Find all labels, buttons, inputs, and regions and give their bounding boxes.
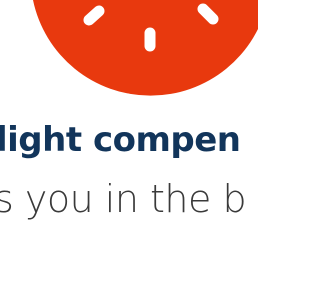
sun-ray-right [197, 3, 219, 25]
sun-ray-left [83, 5, 105, 26]
headline: light compen [0, 120, 241, 160]
subheadline: s you in the b [0, 177, 247, 221]
sun-icon [33, 0, 258, 96]
promo-panel: light compen s you in the b [0, 0, 258, 301]
